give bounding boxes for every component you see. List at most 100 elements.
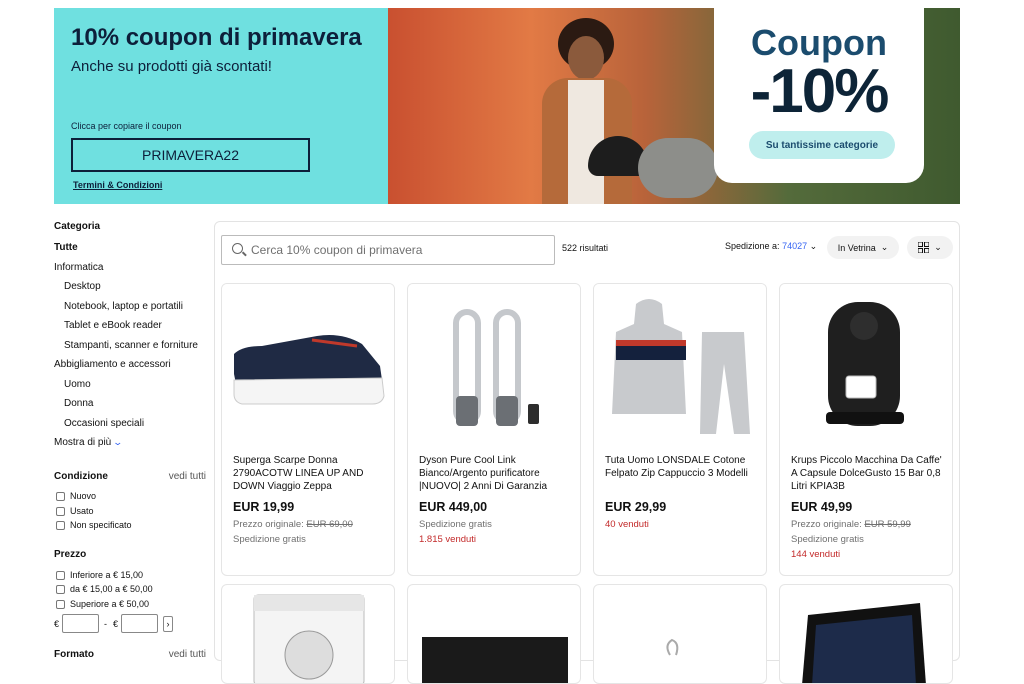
category-item[interactable]: Stampanti, scanner e forniture [64,340,198,351]
category-heading: Categoria [54,221,101,232]
original-price-value: EUR 59,99 [864,519,911,530]
currency-symbol: € [54,618,60,629]
terms-link[interactable]: Termini & Condizioni [73,180,162,190]
category-item[interactable]: Desktop [64,281,101,292]
product-image[interactable] [222,284,394,447]
category-item[interactable]: Notebook, laptop e portatili [64,301,183,312]
chevron-right-icon[interactable]: › [163,615,174,632]
scooter-image [638,138,718,198]
show-more-label: Mostra di più [54,437,112,448]
product-title[interactable]: Dyson Pure Cool Link Bianco/Argento puri… [419,454,573,493]
shipping-info: Spedizione gratis [791,534,864,545]
product-image[interactable] [408,585,581,684]
search-icon [232,243,243,254]
banner-title: 10% coupon di primavera [71,24,362,51]
product-image[interactable] [594,284,766,447]
results-count: 522 risultati [562,243,609,253]
checkbox-icon[interactable] [56,570,65,580]
product-image[interactable] [780,284,952,447]
sold-count: 144 venduti [791,549,841,560]
coupon-categories-pill: Su tantissime categorie [749,131,895,159]
min-price-input[interactable] [62,614,100,633]
range-dash: - [104,618,108,629]
checkbox-icon[interactable] [56,491,65,501]
category-item[interactable]: Informatica [54,262,103,273]
category-item[interactable]: Tablet e eBook reader [64,320,162,331]
price-checkbox[interactable]: da € 15,00 a € 50,00 [56,584,153,594]
price-heading: Prezzo [54,549,87,560]
checkbox-label: Non specificato [70,520,132,530]
shipping-zip[interactable]: 74027 [782,241,807,251]
product-card[interactable]: Krups Piccolo Macchina Da Caffe' A Capsu… [779,283,953,576]
shipping-label: Spedizione a: [725,241,780,251]
product-image[interactable] [408,284,580,447]
product-image[interactable] [780,585,953,684]
product-card[interactable]: Dyson Pure Cool Link Bianco/Argento puri… [407,283,581,576]
sold-count: 1.815 venduti [419,534,477,545]
checkbox-icon[interactable] [56,520,65,530]
coupon-percent: -10% [750,57,890,126]
product-title[interactable]: Tuta Uomo LONSDALE Cotone Felpato Zip Ca… [605,454,759,480]
original-price: Prezzo originale: EUR 59,99 [791,519,911,530]
product-price: EUR 449,00 [419,500,488,514]
product-price: EUR 19,99 [233,500,295,514]
product-image[interactable] [594,585,767,684]
category-item[interactable]: Donna [64,398,93,409]
product-image[interactable] [222,585,395,684]
currency-symbol: € [113,618,119,629]
original-price-value: EUR 69,00 [306,519,353,530]
grid-view-icon [918,242,930,253]
original-price-label: Prezzo originale: [233,519,304,530]
promo-banner[interactable]: 10% coupon di primavera Anche su prodott… [54,8,960,204]
condition-checkbox[interactable]: Usato [56,506,94,516]
original-price-label: Prezzo originale: [791,519,862,530]
product-title[interactable]: Krups Piccolo Macchina Da Caffe' A Capsu… [791,454,945,493]
checkbox-label: Usato [70,506,94,516]
category-item[interactable]: Uomo [64,379,91,390]
condition-checkbox[interactable]: Nuovo [56,491,96,501]
sort-label: In Vetrina [837,242,876,253]
condition-see-all-link[interactable]: vedi tutti [169,471,206,482]
condition-heading: Condizione [54,471,108,482]
price-range: € - € › [54,614,174,633]
banner-subtitle: Anche su prodotti già scontati! [71,58,272,75]
sold-count: 40 venduti [605,519,649,530]
checkbox-label: da € 15,00 a € 50,00 [70,584,153,594]
product-card[interactable] [593,584,767,684]
original-price: Prezzo originale: EUR 69,00 [233,519,353,530]
shipping-info: Spedizione gratis [233,534,306,545]
sort-dropdown[interactable]: In Vetrina ⌄ [827,236,899,259]
coupon-card: Coupon -10% Su tantissime categorie [714,8,924,183]
shipping-info: Spedizione gratis [419,519,492,530]
max-price-input[interactable] [121,614,159,633]
show-more-link[interactable]: Mostra di più⌄ [54,437,123,448]
woman-with-helmet-image [528,18,648,204]
product-card[interactable] [221,584,395,684]
checkbox-icon[interactable] [56,506,65,516]
chevron-down-icon: ⌄ [809,241,818,251]
category-item[interactable]: Tutte [54,242,78,253]
chevron-down-icon: ⌄ [934,242,942,252]
product-card[interactable]: Tuta Uomo LONSDALE Cotone Felpato Zip Ca… [593,283,767,576]
view-toggle-button[interactable]: ⌄ [907,236,953,259]
category-item[interactable]: Abbigliamento e accessori [54,359,171,370]
checkbox-label: Nuovo [70,491,97,501]
product-title[interactable]: Superga Scarpe Donna 2790ACOTW LINEA UP … [233,454,387,493]
checkbox-icon[interactable] [56,599,65,609]
checkbox-icon[interactable] [56,584,65,594]
condition-checkbox[interactable]: Non specificato [56,520,132,530]
product-card[interactable] [779,584,953,684]
checkbox-label: Inferiore a € 15,00 [70,570,144,580]
product-card[interactable]: Superga Scarpe Donna 2790ACOTW LINEA UP … [221,283,395,576]
checkbox-label: Superiore a € 50,00 [70,599,150,609]
category-item[interactable]: Occasioni speciali [64,418,144,429]
search-input[interactable]: Cerca 10% coupon di primavera [221,235,555,265]
price-checkbox[interactable]: Inferiore a € 15,00 [56,570,143,580]
product-card[interactable] [407,584,581,684]
coupon-code-button[interactable]: PRIMAVERA22 [71,138,310,172]
chevron-down-icon: ⌄ [880,242,889,252]
price-checkbox[interactable]: Superiore a € 50,00 [56,599,149,609]
product-price: EUR 29,99 [605,500,667,514]
format-see-all-link[interactable]: vedi tutti [169,649,206,660]
shipping-location[interactable]: Spedizione a: 74027 ⌄ [725,241,817,252]
